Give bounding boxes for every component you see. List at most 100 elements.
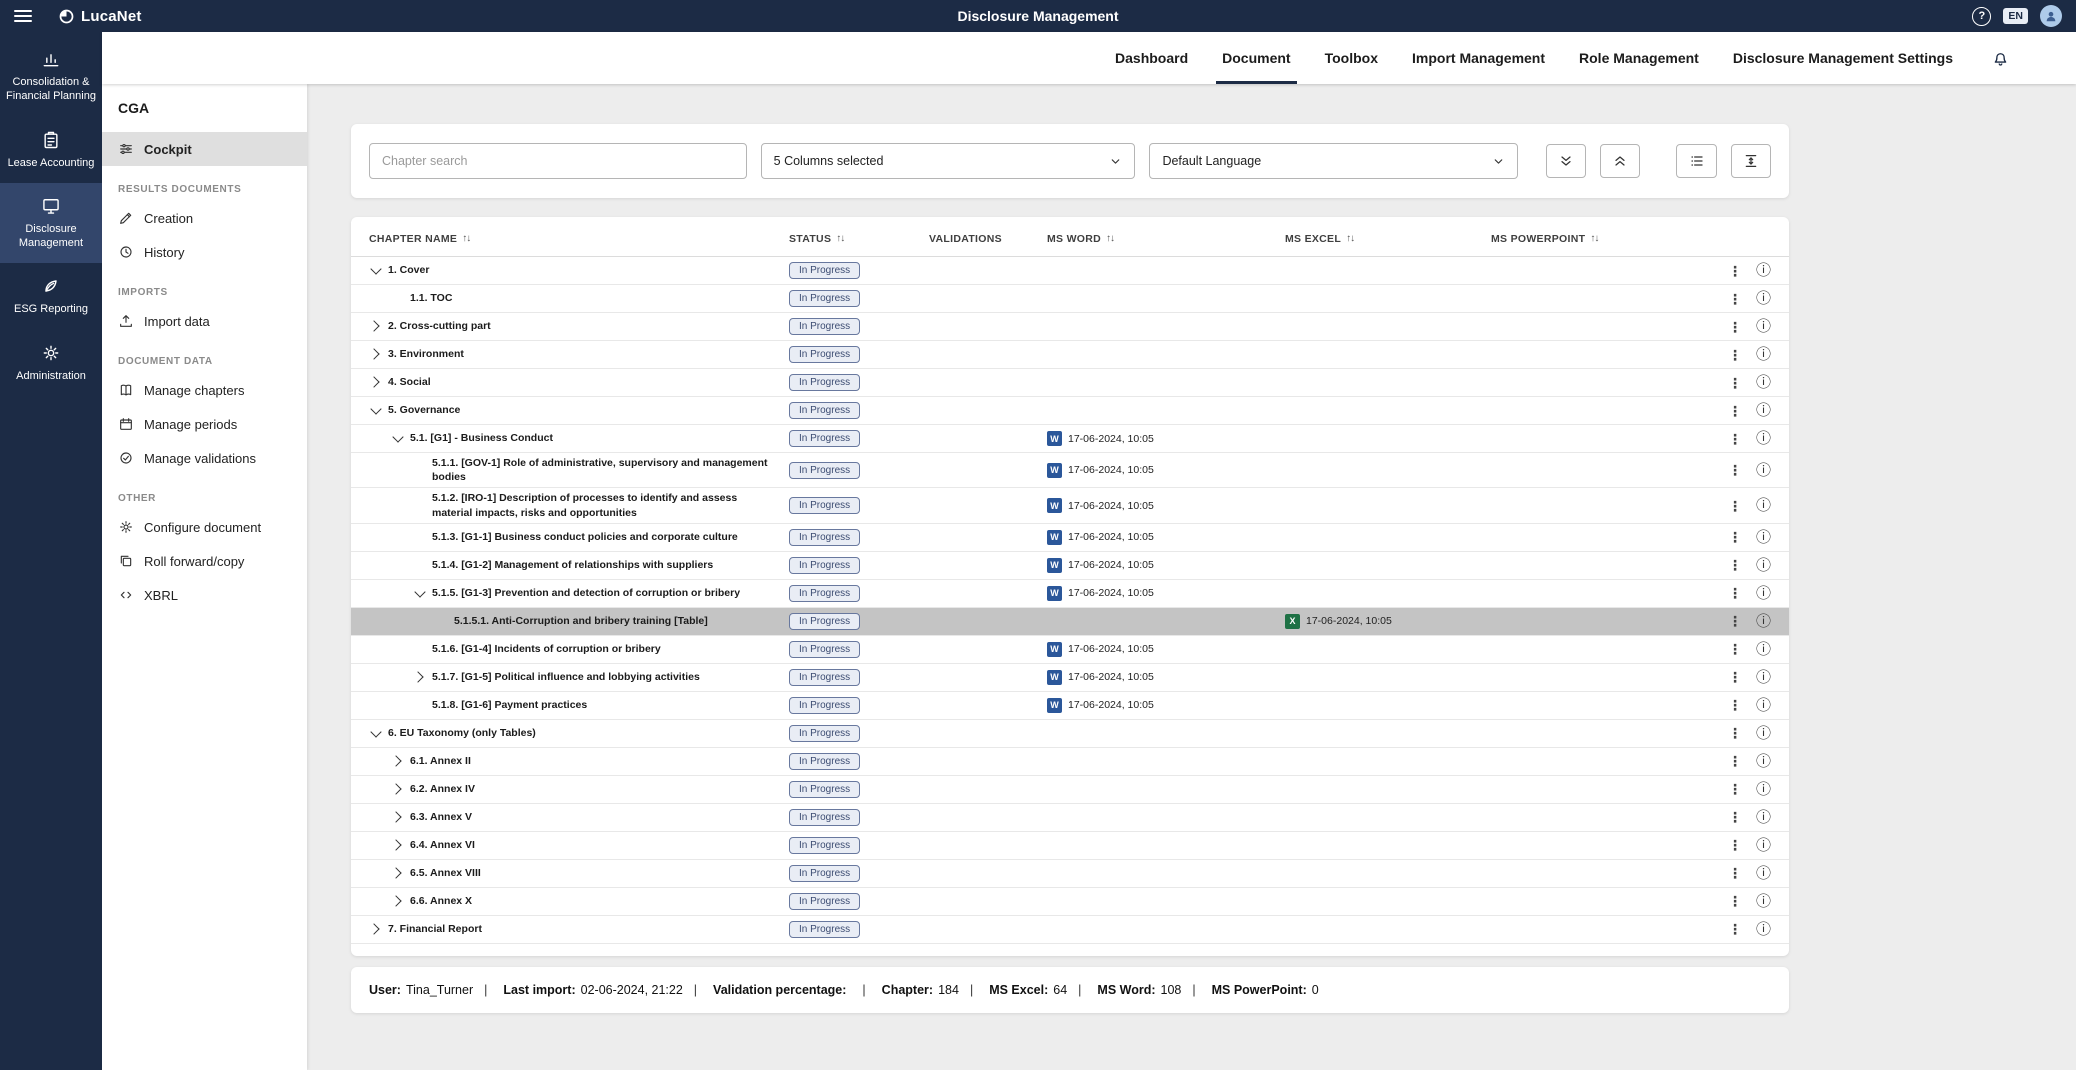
info-icon[interactable] — [1756, 894, 1771, 909]
kebab-menu-icon[interactable] — [1728, 530, 1742, 544]
table-row[interactable]: 5.1.5. [G1-3] Prevention and detection o… — [351, 580, 1789, 608]
info-icon[interactable] — [1756, 463, 1771, 478]
chevron-icon[interactable] — [369, 319, 383, 333]
chapter-search-input[interactable] — [369, 143, 747, 179]
collapse-all-button[interactable] — [1600, 144, 1640, 178]
info-icon[interactable] — [1756, 670, 1771, 685]
kebab-menu-icon[interactable] — [1728, 586, 1742, 600]
table-row[interactable]: 5. Governance In Progress — [351, 397, 1789, 425]
kebab-menu-icon[interactable] — [1728, 264, 1742, 278]
info-icon[interactable] — [1756, 866, 1771, 881]
kebab-menu-icon[interactable] — [1728, 614, 1742, 628]
rail-item-consolidation[interactable]: Consolidation & Financial Planning — [0, 36, 102, 117]
table-row[interactable]: 6.2. Annex IV In Progress — [351, 776, 1789, 804]
info-icon[interactable] — [1756, 319, 1771, 334]
info-icon[interactable] — [1756, 291, 1771, 306]
kebab-menu-icon[interactable] — [1728, 404, 1742, 418]
table-row[interactable]: 4. Social In Progress — [351, 369, 1789, 397]
column-header[interactable]: MS WORD — [1047, 233, 1285, 245]
kebab-menu-icon[interactable] — [1728, 432, 1742, 446]
tab-toolbox[interactable]: Toolbox — [1325, 32, 1378, 84]
column-header[interactable]: STATUS — [789, 233, 929, 245]
rail-item-lease-accounting[interactable]: Lease Accounting — [0, 117, 102, 183]
chevron-icon[interactable] — [391, 754, 405, 768]
sidebar-item-history[interactable]: History — [102, 235, 307, 269]
chevron-icon[interactable] — [369, 347, 383, 361]
sidebar-item-manage-periods[interactable]: Manage periods — [102, 407, 307, 441]
column-header[interactable]: MS EXCEL — [1285, 233, 1491, 245]
kebab-menu-icon[interactable] — [1728, 499, 1742, 513]
kebab-menu-icon[interactable] — [1728, 292, 1742, 306]
tab-import-management[interactable]: Import Management — [1412, 32, 1545, 84]
sort-icon[interactable] — [1590, 233, 1598, 244]
kebab-menu-icon[interactable] — [1728, 726, 1742, 740]
table-row[interactable]: 7. Financial Report In Progress — [351, 916, 1789, 944]
table-row[interactable]: 5.1.7. [G1-5] Political influence and lo… — [351, 664, 1789, 692]
info-icon[interactable] — [1756, 614, 1771, 629]
table-row[interactable]: 5.1.5.1. Anti-Corruption and bribery tra… — [351, 608, 1789, 636]
info-icon[interactable] — [1756, 922, 1771, 937]
chevron-icon[interactable] — [391, 838, 405, 852]
tab-dashboard[interactable]: Dashboard — [1115, 32, 1188, 84]
kebab-menu-icon[interactable] — [1728, 894, 1742, 908]
kebab-menu-icon[interactable] — [1728, 558, 1742, 572]
table-row[interactable]: 5.1.1. [GOV-1] Role of administrative, s… — [351, 453, 1789, 488]
info-icon[interactable] — [1756, 558, 1771, 573]
info-icon[interactable] — [1756, 726, 1771, 741]
table-row[interactable]: 6. EU Taxonomy (only Tables) In Progress — [351, 720, 1789, 748]
table-row[interactable]: 6.4. Annex VI In Progress — [351, 832, 1789, 860]
kebab-menu-icon[interactable] — [1728, 922, 1742, 936]
table-row[interactable]: 6.6. Annex X In Progress — [351, 888, 1789, 916]
info-icon[interactable] — [1756, 754, 1771, 769]
language-badge[interactable]: EN — [2003, 8, 2028, 24]
kebab-menu-icon[interactable] — [1728, 698, 1742, 712]
tab-disclosure-management-settings[interactable]: Disclosure Management Settings — [1733, 32, 1953, 84]
kebab-menu-icon[interactable] — [1728, 838, 1742, 852]
info-icon[interactable] — [1756, 810, 1771, 825]
info-icon[interactable] — [1756, 586, 1771, 601]
table-row[interactable]: 5.1.3. [G1-1] Business conduct policies … — [351, 524, 1789, 552]
kebab-menu-icon[interactable] — [1728, 810, 1742, 824]
hamburger-menu-icon[interactable] — [14, 10, 32, 22]
table-row[interactable]: 5.1.6. [G1-4] Incidents of corruption or… — [351, 636, 1789, 664]
table-row[interactable]: 6.1. Annex II In Progress — [351, 748, 1789, 776]
language-select[interactable]: Default Language — [1149, 143, 1517, 179]
table-row[interactable]: 6.5. Annex VIII In Progress — [351, 860, 1789, 888]
kebab-menu-icon[interactable] — [1728, 670, 1742, 684]
kebab-menu-icon[interactable] — [1728, 754, 1742, 768]
info-icon[interactable] — [1756, 498, 1771, 513]
column-header[interactable]: VALIDATIONS — [929, 233, 1047, 245]
table-row[interactable]: 5.1.2. [IRO-1] Description of processes … — [351, 488, 1789, 523]
sidebar-item-manage-validations[interactable]: Manage validations — [102, 441, 307, 475]
rail-item-esg-reporting[interactable]: ESG Reporting — [0, 263, 102, 329]
column-header[interactable]: CHAPTER NAME — [369, 233, 789, 245]
sidebar-item-cockpit[interactable]: Cockpit — [102, 132, 307, 166]
table-row[interactable]: 2. Cross-cutting part In Progress — [351, 313, 1789, 341]
info-icon[interactable] — [1756, 530, 1771, 545]
info-icon[interactable] — [1756, 347, 1771, 362]
kebab-menu-icon[interactable] — [1728, 866, 1742, 880]
sidebar-item-configure-document[interactable]: Configure document — [102, 510, 307, 544]
columns-select[interactable]: 5 Columns selected — [761, 143, 1136, 179]
info-icon[interactable] — [1756, 375, 1771, 390]
kebab-menu-icon[interactable] — [1728, 463, 1742, 477]
info-icon[interactable] — [1756, 782, 1771, 797]
sidebar-item-manage-chapters[interactable]: Manage chapters — [102, 373, 307, 407]
tab-role-management[interactable]: Role Management — [1579, 32, 1699, 84]
sort-icon[interactable] — [1346, 233, 1354, 244]
notifications-button[interactable] — [1991, 49, 2010, 68]
rail-item-disclosure-management[interactable]: Disclosure Management — [0, 183, 102, 264]
sidebar-item-roll-forward-copy[interactable]: Roll forward/copy — [102, 544, 307, 578]
table-row[interactable]: 1. Cover In Progress — [351, 257, 1789, 285]
info-icon[interactable] — [1756, 263, 1771, 278]
table-row[interactable]: 5.1.8. [G1-6] Payment practices In Progr… — [351, 692, 1789, 720]
kebab-menu-icon[interactable] — [1728, 782, 1742, 796]
chevron-icon[interactable] — [391, 866, 405, 880]
list-view-button[interactable] — [1676, 144, 1716, 178]
info-icon[interactable] — [1756, 431, 1771, 446]
chevron-icon[interactable] — [369, 403, 383, 417]
table-row[interactable]: 1.1. TOC In Progress — [351, 285, 1789, 313]
chevron-icon[interactable] — [369, 922, 383, 936]
chevron-icon[interactable] — [413, 586, 427, 600]
chevron-icon[interactable] — [413, 670, 427, 684]
